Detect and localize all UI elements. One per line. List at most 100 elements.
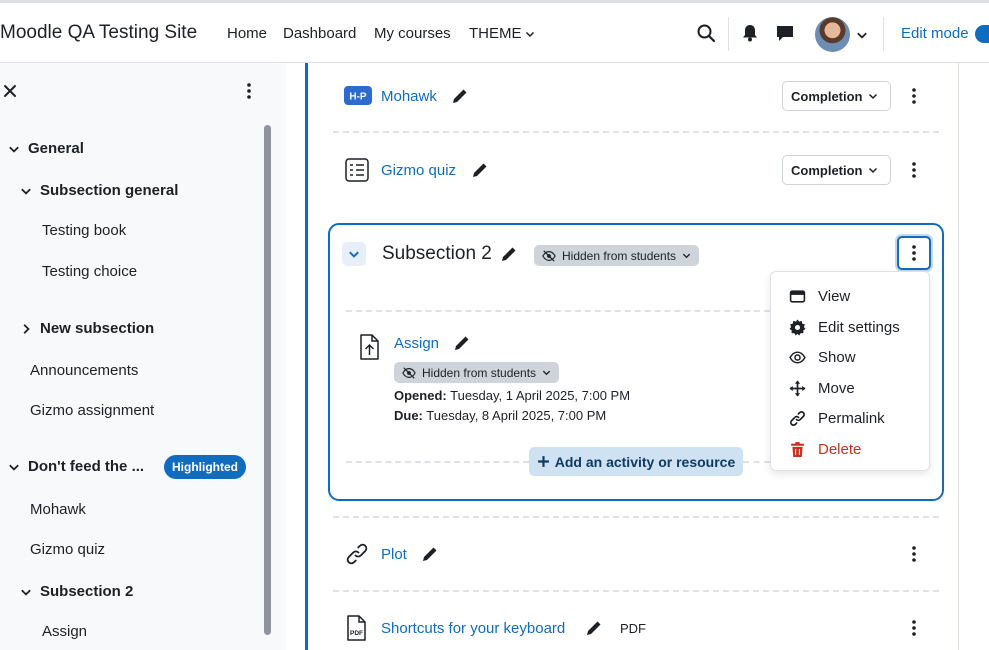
course-index-item-assign[interactable]: Assign — [42, 623, 87, 640]
course-index-item-mohawk[interactable]: Mohawk — [30, 501, 86, 518]
edit-mode-toggle[interactable] — [975, 25, 989, 43]
nav-theme-label: THEME — [469, 25, 522, 42]
subsection-collapse-button[interactable] — [342, 242, 366, 266]
course-index-label: Don't feed the ... — [28, 458, 145, 475]
edit-mode-label[interactable]: Edit mode — [901, 25, 969, 42]
chevron-down-icon — [682, 253, 691, 259]
menu-item-label: View — [818, 287, 851, 305]
bell-icon[interactable] — [740, 23, 760, 43]
menu-item-label: Edit settings — [818, 318, 900, 336]
course-index-label: New subsection — [40, 320, 155, 337]
menu-item-view[interactable]: View — [789, 285, 850, 307]
chevron-down-icon — [868, 167, 877, 174]
activity-link-assign[interactable]: Assign — [394, 335, 439, 352]
assign-due-date: Due: Tuesday, 8 April 2025, 7:00 PM — [394, 408, 606, 423]
visibility-label: Hidden from students — [422, 365, 537, 380]
activity-options-icon[interactable] — [905, 86, 923, 106]
completion-dropdown-gizmo-quiz[interactable]: Completion — [782, 155, 891, 185]
visibility-badge[interactable]: Hidden from students — [394, 362, 560, 383]
top-navbar: Moodle QA Testing Site Home Dashboard My… — [0, 0, 989, 63]
menu-item-edit-settings[interactable]: Edit settings — [789, 316, 900, 338]
nav-dashboard[interactable]: Dashboard — [283, 25, 356, 42]
close-icon[interactable] — [2, 83, 18, 99]
chevron-down-icon — [868, 93, 877, 100]
section-highlight-bar — [305, 63, 308, 650]
chevron-down-icon[interactable] — [20, 185, 32, 197]
nav-theme-menu[interactable]: THEME — [469, 25, 535, 42]
due-value: Tuesday, 8 April 2025, 7:00 PM — [426, 408, 607, 423]
pencil-icon[interactable] — [471, 161, 489, 179]
user-menu-chevron-icon[interactable] — [856, 29, 868, 41]
pencil-icon[interactable] — [421, 545, 439, 563]
visibility-badge[interactable]: Hidden from students — [534, 245, 700, 266]
menu-item-delete[interactable]: Delete — [789, 438, 861, 460]
link-icon — [790, 410, 805, 426]
activity-separator — [333, 131, 939, 133]
nav-my-courses[interactable]: My courses — [374, 25, 451, 42]
activity-link-plot[interactable]: Plot — [381, 546, 407, 563]
eye-slash-icon — [542, 249, 556, 262]
activity-separator — [333, 516, 939, 518]
course-index-item-announcements[interactable]: Announcements — [30, 362, 138, 379]
h5p-icon: H-P — [344, 86, 372, 105]
chevron-down-icon[interactable] — [20, 586, 32, 598]
menu-item-show[interactable]: Show — [789, 346, 856, 368]
completion-dropdown-mohawk[interactable]: Completion — [782, 81, 891, 111]
activity-separator — [333, 590, 939, 592]
subsection-title[interactable]: Subsection 2 — [382, 243, 492, 265]
activity-link-gizmo-quiz[interactable]: Gizmo quiz — [381, 162, 456, 179]
course-index-subsection-2[interactable]: Subsection 2 — [20, 583, 133, 600]
subsection-options-button[interactable] — [897, 236, 931, 270]
activity-link-mohawk[interactable]: Mohawk — [381, 88, 437, 105]
site-name[interactable]: Moodle QA Testing Site — [0, 22, 197, 44]
gear-icon — [789, 319, 806, 335]
kebab-icon — [912, 245, 916, 261]
activity-link-shortcuts[interactable]: Shortcuts for your keyboard — [381, 620, 565, 637]
drawer-options-icon[interactable] — [240, 81, 258, 101]
course-index-item-testing-choice[interactable]: Testing choice — [42, 263, 137, 280]
activity-separator — [346, 310, 770, 312]
activity-options-icon[interactable] — [905, 160, 923, 180]
chevron-right-icon[interactable] — [20, 323, 32, 335]
chevron-down-icon[interactable] — [8, 461, 20, 473]
add-activity-button[interactable]: Add an activity or resource — [529, 447, 743, 476]
highlighted-badge: Highlighted — [164, 455, 246, 479]
course-index-item-gizmo-assignment[interactable]: Gizmo assignment — [30, 402, 154, 419]
course-index-section-dont-feed[interactable]: Don't feed the ... — [8, 458, 144, 475]
plus-icon — [537, 456, 549, 467]
course-index-section-general[interactable]: General — [8, 140, 84, 157]
user-avatar[interactable] — [815, 17, 850, 52]
resource-type-label: PDF — [620, 621, 646, 636]
chevron-down-icon[interactable] — [8, 143, 20, 155]
opened-label: Opened: — [394, 388, 447, 403]
subsection-actions-menu: View Edit settings Show Move Permalink D… — [770, 271, 930, 471]
due-label: Due: — [394, 408, 423, 423]
activity-options-icon[interactable] — [905, 618, 923, 638]
pencil-icon[interactable] — [453, 334, 471, 352]
chevron-down-icon — [349, 251, 359, 258]
course-index-drawer: General Subsection general Testing book … — [0, 63, 286, 650]
course-index-label: Subsection general — [40, 182, 179, 199]
activity-options-icon[interactable] — [905, 544, 923, 564]
drawer-scrollbar[interactable] — [264, 125, 271, 635]
messages-icon[interactable] — [775, 23, 795, 43]
eye-icon — [789, 350, 806, 364]
opened-value: Tuesday, 1 April 2025, 7:00 PM — [450, 388, 631, 403]
trash-icon — [791, 441, 804, 457]
assign-upload-icon — [360, 334, 379, 360]
course-index-item-testing-book[interactable]: Testing book — [42, 222, 126, 239]
course-index-item-gizmo-quiz[interactable]: Gizmo quiz — [30, 541, 105, 558]
assign-opened-date: Opened: Tuesday, 1 April 2025, 7:00 PM — [394, 388, 630, 403]
menu-item-move[interactable]: Move — [789, 377, 855, 399]
search-icon[interactable] — [696, 23, 716, 43]
add-activity-label: Add an activity or resource — [554, 453, 736, 470]
menu-item-permalink[interactable]: Permalink — [789, 407, 885, 429]
course-index-subsection-general[interactable]: Subsection general — [20, 182, 178, 199]
nav-home[interactable]: Home — [227, 25, 267, 42]
pencil-icon[interactable] — [500, 245, 518, 263]
pencil-icon[interactable] — [585, 619, 603, 637]
pencil-icon[interactable] — [451, 87, 469, 105]
course-index-subsection-new[interactable]: New subsection — [20, 320, 154, 337]
menu-item-label: Move — [818, 379, 855, 397]
activity-separator — [346, 461, 529, 463]
